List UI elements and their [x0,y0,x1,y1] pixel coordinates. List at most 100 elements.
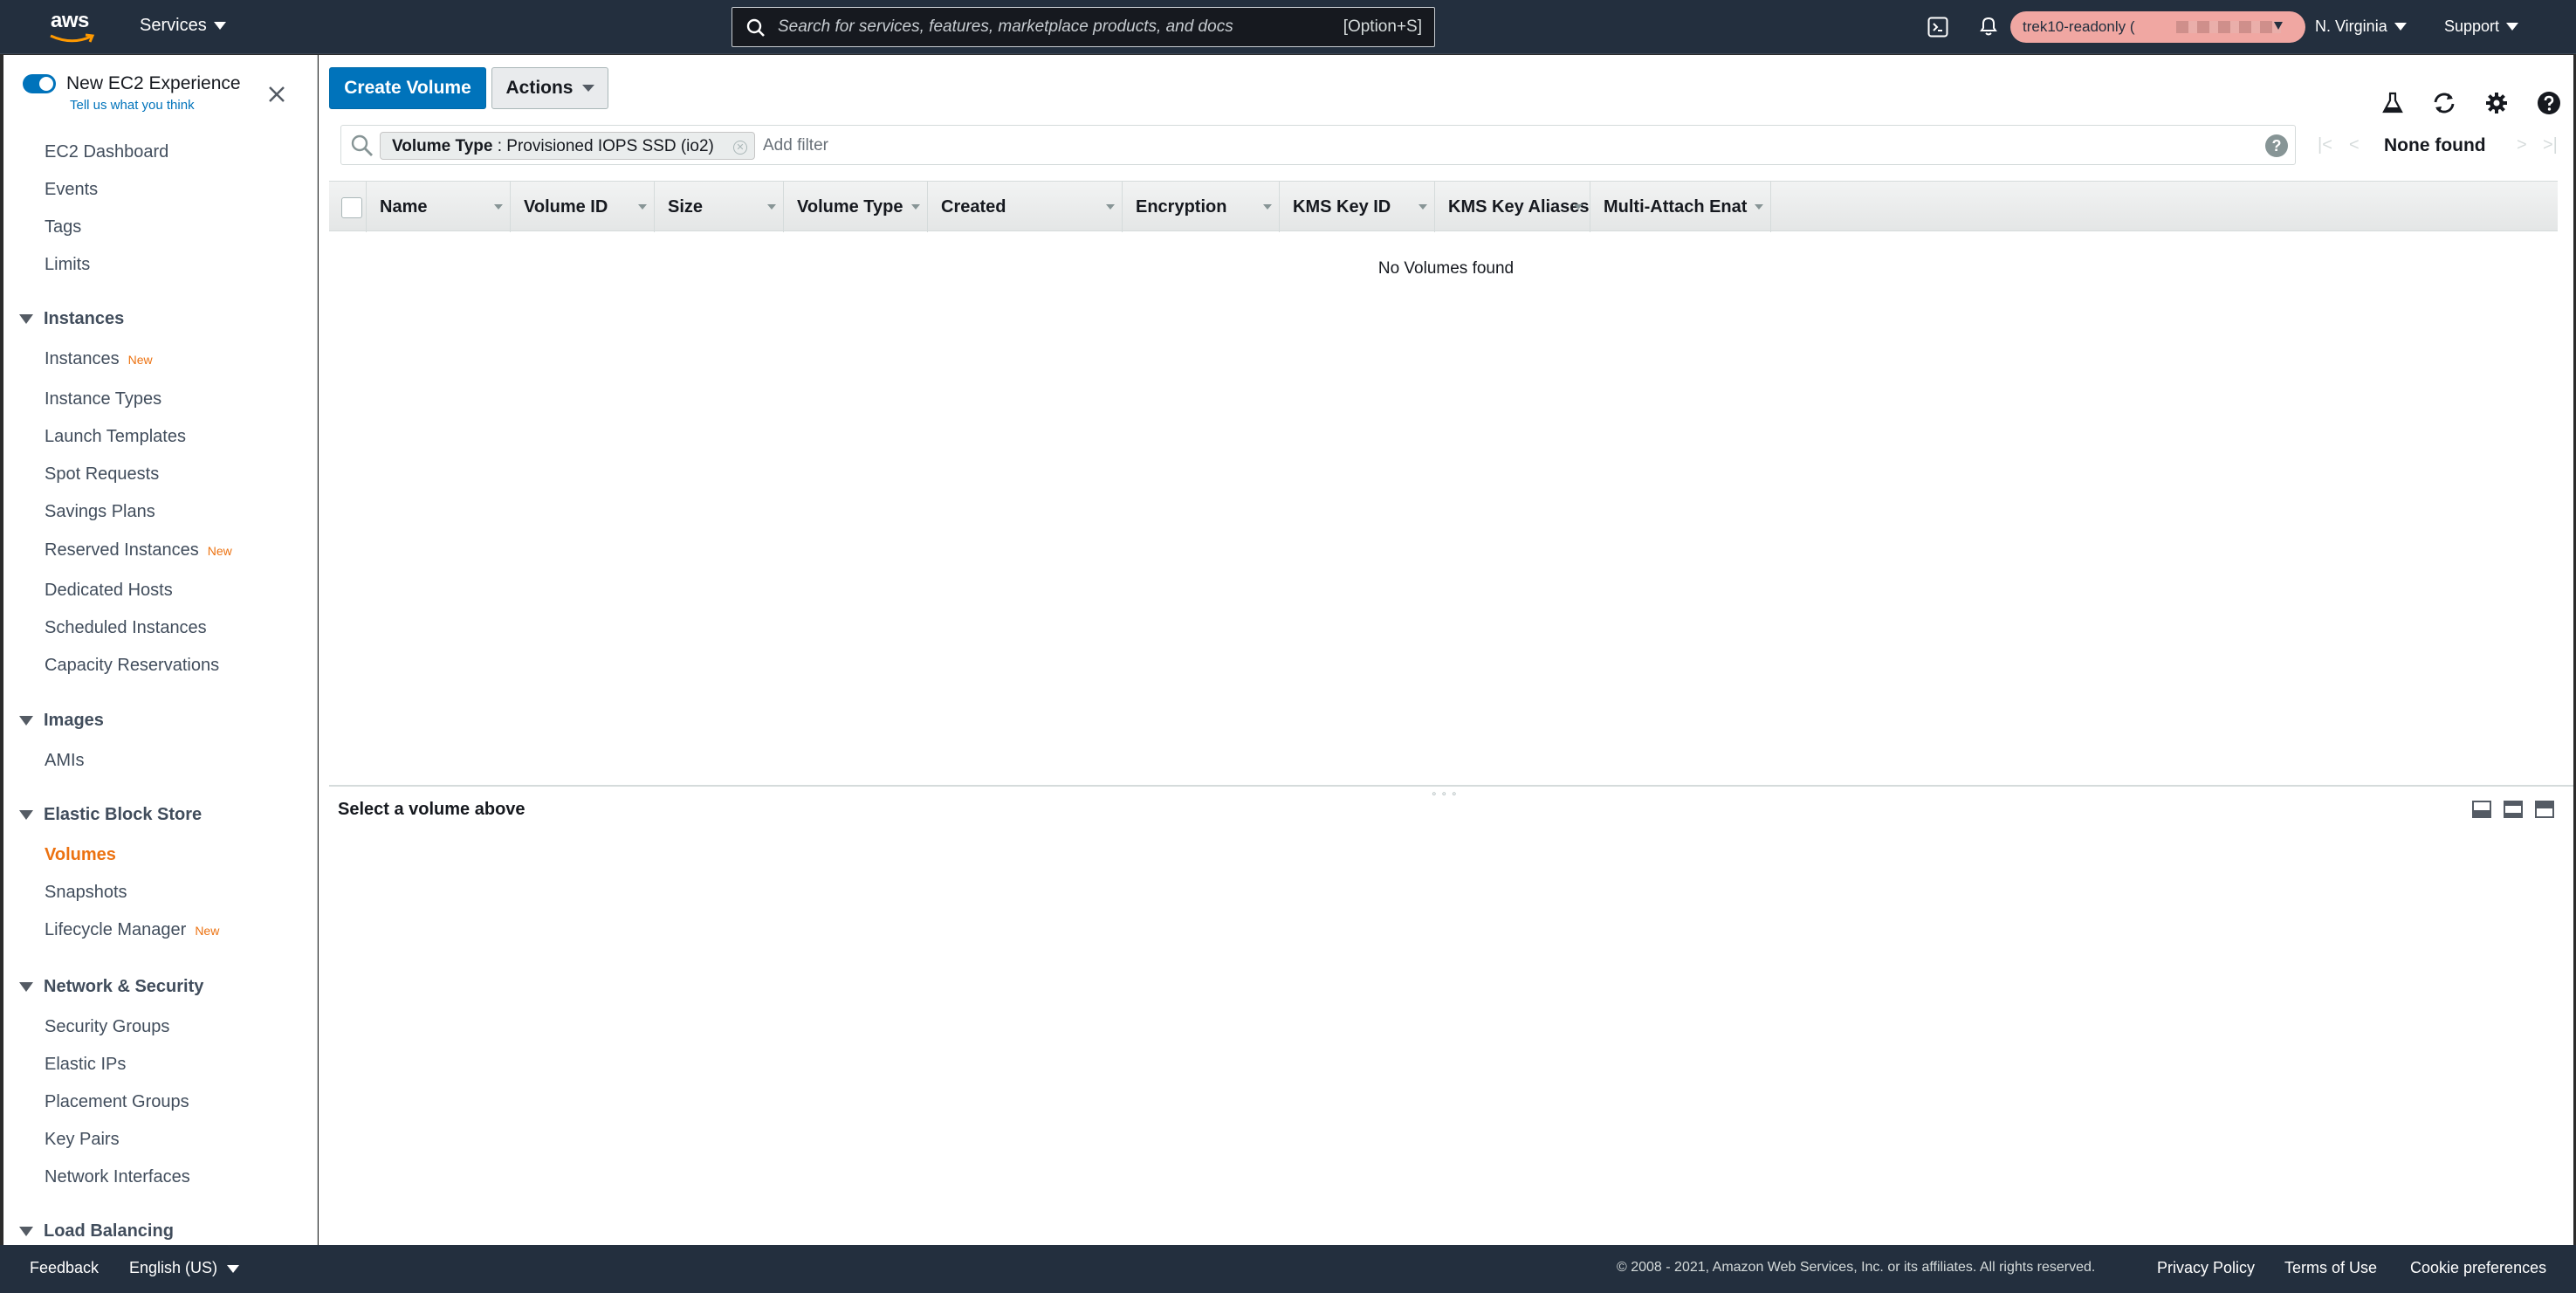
caret-down-icon [19,982,33,992]
filter-bar[interactable]: Volume Type : Provisioned IOPS SSD (io2)… [340,125,2296,165]
column-header-encryption[interactable]: Encryption [1122,182,1279,232]
sidebar-item-placement-groups[interactable]: Placement Groups [45,1092,189,1112]
bell-icon[interactable] [1978,15,1999,38]
sort-icon [494,204,503,210]
region-label: N. Virginia [2315,17,2387,35]
sidebar-item-scheduled-instances[interactable]: Scheduled Instances [45,618,207,638]
sidebar-item-instance-types[interactable]: Instance Types [45,389,161,409]
sidebar-item-security-groups[interactable]: Security Groups [45,1017,169,1037]
services-menu[interactable]: Services [140,16,226,36]
sidebar-item-network-interfaces[interactable]: Network Interfaces [45,1167,190,1187]
column-header-label: Created [941,196,1006,217]
sidebar-item-spot-requests[interactable]: Spot Requests [45,464,159,485]
layout-bottom-pane-icon[interactable] [2472,801,2491,818]
caret-down-icon [19,810,33,820]
filter-help-icon[interactable]: ? [2265,134,2288,157]
new-experience-toggle[interactable] [23,74,56,93]
sidebar-item-tags[interactable]: Tags [45,217,81,237]
remove-filter-icon[interactable]: ✕ [733,141,747,155]
new-badge: New [127,353,153,367]
column-header-volume-type[interactable]: Volume Type [783,182,927,232]
sidebar-item-savings-plans[interactable]: Savings Plans [45,502,155,522]
gear-icon[interactable] [2483,90,2510,116]
sidebar-item-capacity-reservations[interactable]: Capacity Reservations [45,656,219,676]
support-menu[interactable]: Support [2444,17,2519,36]
new-experience-feedback-link[interactable]: Tell us what you think [70,98,195,113]
sidebar-item-events[interactable]: Events [45,180,98,200]
sort-icon [767,204,776,210]
aws-logo[interactable]: aws [49,9,98,47]
sidebar-item-label: Reserved Instances [45,540,199,560]
next-page-icon[interactable]: > [2517,135,2527,155]
sidebar-section-images[interactable]: Images [19,711,104,731]
beaker-icon[interactable] [2380,90,2406,116]
terms-of-use-link[interactable]: Terms of Use [2284,1259,2377,1277]
new-badge: New [207,544,232,558]
column-header-multi-attach[interactable]: Multi-Attach Enat [1590,182,1771,232]
feedback-link[interactable]: Feedback [30,1259,99,1277]
sidebar-item-instances[interactable]: Instances New [45,349,153,369]
sort-icon [1263,204,1272,210]
filter-token[interactable]: Volume Type : Provisioned IOPS SSD (io2)… [380,132,755,160]
global-search-input[interactable] [778,15,1302,39]
column-header-label: Name [380,196,428,217]
filter-token-value: : Provisioned IOPS SSD (io2) [497,137,714,155]
column-header-label: Size [668,196,704,217]
privacy-policy-link[interactable]: Privacy Policy [2157,1259,2255,1277]
column-header-name[interactable]: Name [366,182,510,232]
column-header-label: Encryption [1136,196,1227,217]
pane-splitter[interactable]: ∘∘∘ [329,785,2573,800]
add-filter-input[interactable] [763,134,2160,158]
sidebar-item-amis[interactable]: AMIs [45,751,85,771]
select-all-checkbox[interactable] [341,197,362,218]
sidebar-section-network-security[interactable]: Network & Security [19,977,203,997]
search-icon [746,18,765,37]
sidebar-item-lifecycle-manager[interactable]: Lifecycle Manager New [45,920,219,940]
layout-top-pane-icon[interactable] [2535,801,2554,818]
column-header-label: Volume ID [524,196,608,217]
column-header-kms-key-aliases[interactable]: KMS Key Aliases [1434,182,1590,232]
language-label: English (US) [129,1259,218,1276]
main-content: Create Volume Actions Volume Type : Prov… [319,55,2573,1245]
region-menu[interactable]: N. Virginia [2315,17,2407,36]
sidebar-item-ec2-dashboard[interactable]: EC2 Dashboard [45,142,168,162]
footer: Feedback English (US) © 2008 - 2021, Ama… [0,1245,2576,1293]
last-page-icon[interactable]: >| [2543,135,2558,155]
chevron-down-icon [2506,23,2519,31]
sidebar-item-reserved-instances[interactable]: Reserved Instances New [45,540,232,561]
sidebar-item-snapshots[interactable]: Snapshots [45,883,127,903]
sidebar-section-instances[interactable]: Instances [19,309,124,329]
sidebar-section-load-balancing[interactable]: Load Balancing [19,1221,174,1241]
column-header-volume-id[interactable]: Volume ID [510,182,654,232]
sidebar-item-volumes[interactable]: Volumes [45,845,116,865]
help-icon[interactable] [2536,90,2562,116]
prev-page-icon[interactable]: < [2349,135,2360,155]
sidebar-item-elastic-ips[interactable]: Elastic IPs [45,1055,126,1075]
first-page-icon[interactable]: |< [2318,135,2332,155]
top-navigation-bar: aws Services [Option+S] trek10-readonly … [0,0,2576,54]
close-icon[interactable] [267,85,286,104]
column-header-kms-key-id[interactable]: KMS Key ID [1279,182,1434,232]
refresh-icon[interactable] [2431,90,2457,116]
cookie-preferences-link[interactable]: Cookie preferences [2410,1259,2546,1277]
sidebar-item-key-pairs[interactable]: Key Pairs [45,1130,120,1150]
new-experience-title: New EC2 Experience [66,73,241,93]
column-header-created[interactable]: Created [927,182,1122,232]
sidebar-section-title: Images [44,711,104,730]
language-selector[interactable]: English (US) [129,1259,240,1277]
sidebar-section-title: Instances [44,309,125,328]
sidebar-section-elastic-block-store[interactable]: Elastic Block Store [19,805,202,825]
create-volume-button[interactable]: Create Volume [329,67,486,109]
layout-split-pane-icon[interactable] [2504,801,2523,818]
sidebar-item-launch-templates[interactable]: Launch Templates [45,427,186,447]
account-menu[interactable]: trek10-readonly ( [2010,11,2305,43]
column-header-label: KMS Key ID [1293,196,1391,217]
column-header-size[interactable]: Size [654,182,783,232]
cloudshell-icon[interactable] [1927,17,1948,38]
sidebar-item-dedicated-hosts[interactable]: Dedicated Hosts [45,581,173,601]
actions-label: Actions [505,78,574,98]
actions-button[interactable]: Actions [491,67,608,109]
global-search[interactable]: [Option+S] [732,7,1435,47]
drag-handle-icon[interactable]: ∘∘∘ [1431,787,1461,800]
sidebar-item-limits[interactable]: Limits [45,255,90,275]
